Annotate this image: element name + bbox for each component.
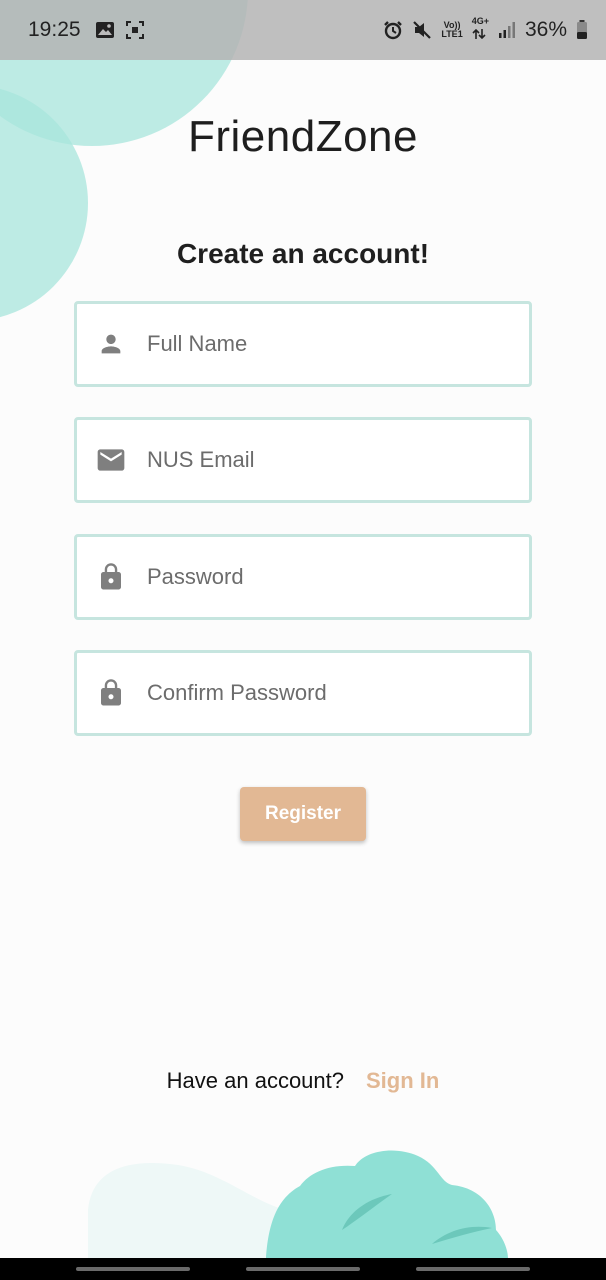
status-bar: 19:25 Vo)) LTE1 4G+ 36% (0, 0, 606, 60)
confirm-password-input[interactable] (147, 653, 529, 733)
full-name-input[interactable] (147, 304, 529, 384)
status-right-icons: Vo)) LTE1 4G+ 36% (383, 16, 588, 44)
alarm-icon (384, 21, 403, 40)
network-type-indicator: 4G+ (472, 16, 489, 44)
data-arrows-icon (472, 28, 486, 39)
gallery-icon (95, 22, 114, 38)
app-title: FriendZone (187, 112, 418, 161)
mail-icon (95, 444, 127, 476)
battery-icon (577, 20, 587, 39)
password-field[interactable] (74, 534, 532, 620)
have-account-text: Have an account? (166, 1068, 344, 1093)
screen-capture-icon (125, 21, 144, 39)
confirm-password-field[interactable] (74, 650, 532, 736)
full-name-field[interactable] (74, 301, 532, 387)
lock-icon (95, 677, 127, 709)
nav-home-button[interactable] (246, 1267, 360, 1271)
mute-icon (413, 21, 432, 39)
lock-icon (95, 561, 127, 593)
volte-indicator: Vo)) LTE1 (441, 20, 463, 39)
system-nav-bar (0, 1258, 606, 1280)
nav-recents-button[interactable] (76, 1267, 190, 1271)
email-input[interactable] (147, 420, 529, 500)
nav-back-button[interactable] (416, 1267, 530, 1271)
password-input[interactable] (147, 537, 529, 617)
email-field[interactable] (74, 417, 532, 503)
bottom-teal-blob (266, 1150, 508, 1258)
sign-in-row: Have an account? Sign In (0, 1068, 606, 1094)
sign-in-link[interactable]: Sign In (366, 1068, 439, 1094)
status-time: 19:25 (28, 18, 81, 41)
status-left-icons (95, 20, 145, 40)
register-button[interactable]: Register (240, 787, 366, 841)
form-heading: Create an account! (176, 238, 430, 269)
person-icon (95, 328, 127, 360)
battery-percent: 36% (524, 18, 567, 41)
signal-icon (498, 22, 515, 38)
